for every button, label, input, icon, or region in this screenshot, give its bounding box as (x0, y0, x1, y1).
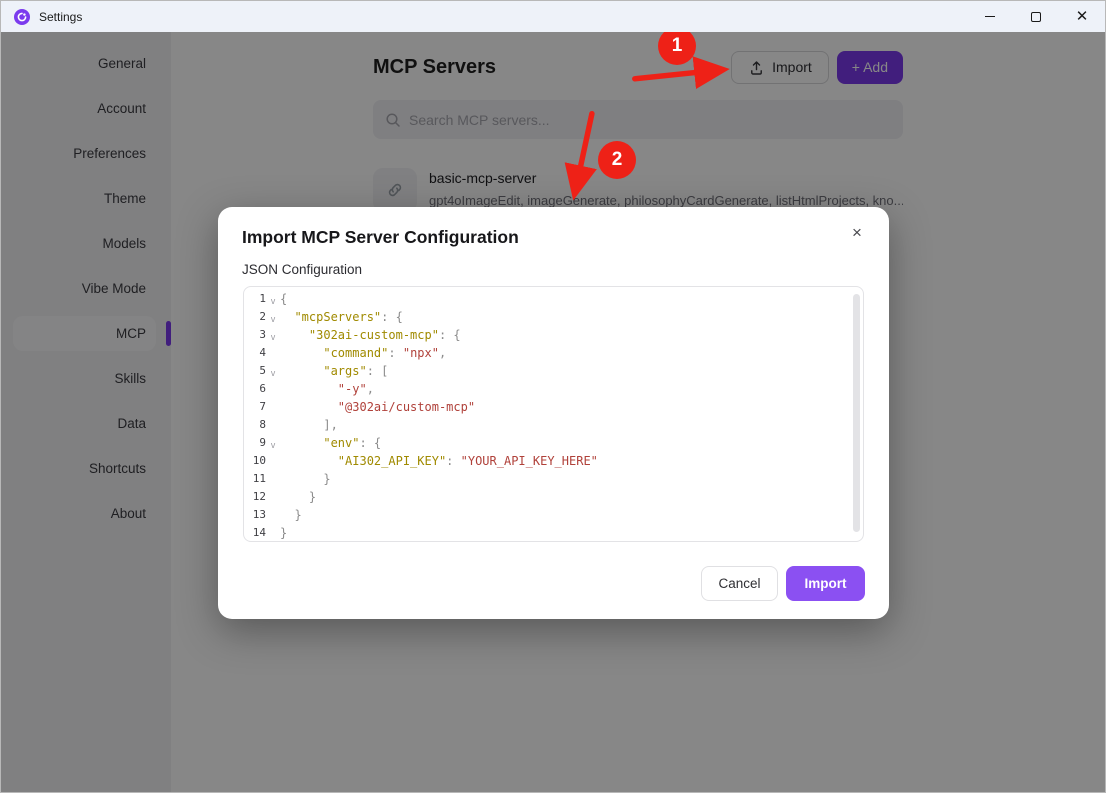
line-number: 13 (244, 506, 266, 524)
code-text: } (280, 470, 331, 488)
fold-gutter-spacer (266, 524, 280, 542)
code-line: 10 "AI302_API_KEY": "YOUR_API_KEY_HERE" (244, 452, 863, 470)
line-number: 14 (244, 524, 266, 542)
minimize-button[interactable] (967, 1, 1013, 32)
minimize-icon (985, 16, 995, 17)
fold-gutter-spacer (266, 452, 280, 470)
fold-chevron-icon[interactable]: v (266, 434, 280, 452)
fold-gutter-spacer (266, 380, 280, 398)
code-line: 6 "-y", (244, 380, 863, 398)
code-line: 1v{ (244, 290, 863, 308)
line-number: 9 (244, 434, 266, 452)
code-line: 5v "args": [ (244, 362, 863, 380)
code-line: 2v "mcpServers": { (244, 308, 863, 326)
cancel-button[interactable]: Cancel (701, 566, 778, 601)
close-window-button[interactable]: ✕ (1059, 1, 1105, 32)
line-number: 4 (244, 344, 266, 362)
code-text: "@302ai/custom-mcp" (280, 398, 475, 416)
import-mcp-modal: Import MCP Server Configuration × JSON C… (218, 207, 889, 619)
code-text: } (280, 488, 316, 506)
code-text: "AI302_API_KEY": "YOUR_API_KEY_HERE" (280, 452, 598, 470)
settings-window: Settings ✕ GeneralAccountPreferencesThem… (0, 0, 1106, 793)
code-text: "env": { (280, 434, 381, 452)
code-text: } (280, 506, 302, 524)
code-text: "-y", (280, 380, 374, 398)
code-text: "args": [ (280, 362, 388, 380)
modal-import-button[interactable]: Import (786, 566, 865, 601)
code-line: 8 ], (244, 416, 863, 434)
maximize-button[interactable] (1013, 1, 1059, 32)
modal-close-button[interactable]: × (845, 221, 869, 245)
fold-chevron-icon[interactable]: v (266, 326, 280, 344)
line-number: 2 (244, 308, 266, 326)
code-line: 3v "302ai-custom-mcp": { (244, 326, 863, 344)
close-icon: ✕ (1076, 9, 1089, 24)
line-number: 8 (244, 416, 266, 434)
code-lines: 1v{2v "mcpServers": {3v "302ai-custom-mc… (244, 287, 863, 542)
fold-gutter-spacer (266, 344, 280, 362)
fold-gutter-spacer (266, 416, 280, 434)
line-number: 10 (244, 452, 266, 470)
close-icon: × (852, 223, 862, 243)
line-number: 11 (244, 470, 266, 488)
code-line: 4 "command": "npx", (244, 344, 863, 362)
app-logo-icon (14, 9, 30, 25)
fold-chevron-icon[interactable]: v (266, 362, 280, 380)
editor-scrollbar[interactable] (853, 294, 860, 532)
code-line: 14} (244, 524, 863, 542)
json-editor[interactable]: 1v{2v "mcpServers": {3v "302ai-custom-mc… (243, 286, 864, 542)
code-line: 9v "env": { (244, 434, 863, 452)
line-number: 7 (244, 398, 266, 416)
json-configuration-label: JSON Configuration (242, 262, 362, 277)
line-number: 5 (244, 362, 266, 380)
code-text: "command": "npx", (280, 344, 446, 362)
code-line: 11 } (244, 470, 863, 488)
line-number: 6 (244, 380, 266, 398)
fold-chevron-icon[interactable]: v (266, 308, 280, 326)
fold-gutter-spacer (266, 506, 280, 524)
fold-gutter-spacer (266, 398, 280, 416)
line-number: 12 (244, 488, 266, 506)
code-line: 7 "@302ai/custom-mcp" (244, 398, 863, 416)
titlebar: Settings ✕ (1, 1, 1105, 32)
code-text: ], (280, 416, 338, 434)
line-number: 3 (244, 326, 266, 344)
fold-gutter-spacer (266, 488, 280, 506)
code-text: { (280, 290, 287, 308)
window-title: Settings (39, 10, 82, 24)
code-text: "mcpServers": { (280, 308, 403, 326)
code-text: } (280, 524, 287, 542)
code-text: "302ai-custom-mcp": { (280, 326, 461, 344)
fold-chevron-icon[interactable]: v (266, 290, 280, 308)
maximize-icon (1031, 12, 1041, 22)
modal-title: Import MCP Server Configuration (242, 227, 519, 248)
fold-gutter-spacer (266, 470, 280, 488)
line-number: 1 (244, 290, 266, 308)
code-line: 12 } (244, 488, 863, 506)
code-line: 13 } (244, 506, 863, 524)
